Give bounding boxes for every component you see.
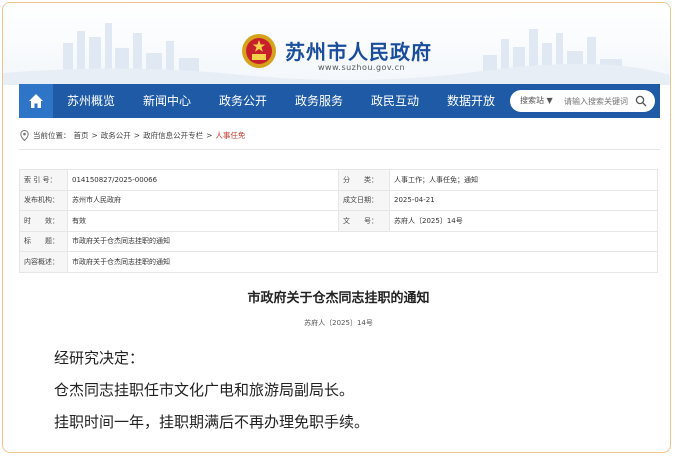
location-pin-icon [20, 129, 29, 141]
document-body-line: 挂职时间一年，挂职期满后不再办理免职手续。 [54, 413, 370, 431]
breadcrumb-info-column[interactable]: 政府信息公开专栏 [143, 130, 203, 141]
search-box: 搜索站 ▼ [510, 90, 655, 112]
meta-row: 时 效： 有效 文 号： 苏府人〔2025〕14号 [19, 210, 658, 232]
nav-item-services[interactable]: 政务服务 [295, 84, 343, 118]
meta-key-validity: 时 效： [19, 210, 68, 232]
meta-key-doc-number: 文 号： [338, 210, 391, 232]
document-body-line: 仓杰同志挂职任市文化广电和旅游局副局长。 [54, 381, 355, 399]
search-scope-select[interactable]: 搜索站 ▼ [520, 90, 553, 112]
meta-value-index: 014150827/2025-00066 [66, 169, 340, 191]
page-frame: 苏州市人民政府 www.suzhou.gov.cn 苏州概览 新闻中心 政务公开… [2, 2, 671, 453]
breadcrumb-gov-affairs[interactable]: 政务公开 [101, 130, 131, 141]
meta-row: 索 引 号： 014150827/2025-00066 分 类： 人事工作；人事… [19, 169, 658, 191]
meta-value-publisher: 苏州市人民政府 [66, 189, 340, 211]
nav-item-open-data[interactable]: 数据开放 [447, 84, 495, 118]
breadcrumb-current[interactable]: 人事任免 [215, 130, 245, 141]
search-icon[interactable] [635, 95, 647, 107]
document-body-line: 经研究决定： [54, 349, 145, 367]
meta-value-date: 2025-04-21 [389, 189, 658, 211]
document-title: 市政府关于仓杰同志挂职的通知 [247, 291, 430, 306]
meta-key-title: 标 题： [19, 230, 68, 252]
site-url: www.suzhou.gov.cn [318, 63, 406, 72]
meta-key-date: 成文日期： [338, 189, 391, 211]
nav-item-news[interactable]: 新闻中心 [143, 84, 191, 118]
site-header: 苏州市人民政府 www.suzhou.gov.cn [3, 3, 670, 85]
breadcrumb-prefix: 当前位置： [33, 130, 71, 140]
site-title: 苏州市人民政府 [285, 40, 432, 64]
breadcrumb: 当前位置： 首页 > 政务公开 > 政府信息公开专栏 > 人事任免 [20, 128, 248, 142]
breadcrumb-divider [19, 149, 660, 150]
home-icon [29, 94, 43, 108]
meta-key-category: 分 类： [338, 169, 391, 191]
document-number: 苏府人〔2025〕14号 [304, 319, 373, 327]
nav-home-button[interactable] [19, 84, 53, 118]
breadcrumb-separator: > [91, 130, 98, 140]
meta-value-title: 市政府关于仓杰同志挂职的通知 [67, 230, 658, 252]
national-emblem-logo [242, 34, 276, 68]
meta-key-index: 索 引 号： [19, 169, 68, 191]
nav-item-gov-affairs[interactable]: 政务公开 [219, 84, 267, 118]
nav-item-overview[interactable]: 苏州概览 [67, 84, 115, 118]
meta-key-publisher: 发布机构： [19, 189, 68, 211]
breadcrumb-separator: > [206, 130, 213, 140]
main-nav: 苏州概览 新闻中心 政务公开 政务服务 政民互动 数据开放 搜索站 ▼ [19, 84, 660, 118]
document-meta-table: 索 引 号： 014150827/2025-00066 分 类： 人事工作；人事… [19, 169, 658, 273]
meta-value-category: 人事工作；人事任免；通知 [389, 169, 658, 191]
meta-row: 标 题： 市政府关于仓杰同志挂职的通知 [19, 230, 658, 252]
nav-item-interaction[interactable]: 政民互动 [371, 84, 419, 118]
meta-value-doc-number: 苏府人〔2025〕14号 [389, 210, 658, 232]
meta-value-validity: 有效 [66, 210, 340, 232]
meta-row: 发布机构： 苏州市人民政府 成文日期： 2025-04-21 [19, 189, 658, 211]
meta-row: 内容概述： 市政府关于仓杰同志挂职的通知 [19, 251, 658, 273]
search-input[interactable] [564, 94, 634, 108]
meta-value-summary: 市政府关于仓杰同志挂职的通知 [67, 251, 658, 273]
breadcrumb-separator: > [133, 130, 141, 140]
breadcrumb-home[interactable]: 首页 [74, 130, 89, 141]
meta-key-summary: 内容概述： [19, 251, 68, 273]
